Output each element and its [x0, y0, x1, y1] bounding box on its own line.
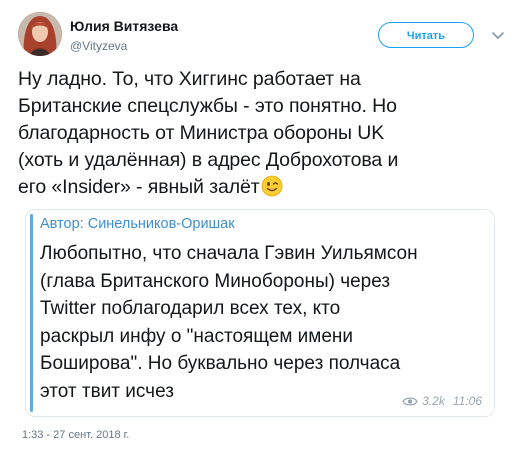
quote-bar: [30, 214, 33, 412]
tweet-line-last: его «Insider» - явный залёт: [18, 174, 504, 201]
quote-line: Twitter поблагодарил всех тех, кто: [40, 298, 341, 319]
tweet-timestamp[interactable]: 1:33 - 27 сент. 2018 г.: [22, 429, 129, 441]
quote-author: Автор: Синельников-Оришак: [40, 216, 235, 232]
eye-icon: [402, 397, 418, 405]
tweet-line: Британские спецслужбы - это понятно. Но: [18, 95, 397, 117]
quote-line: Любопытно, что сначала Гэвин Уильямсон: [40, 243, 418, 264]
winking-face-emoji: [261, 175, 283, 197]
chevron-down-icon[interactable]: [489, 26, 507, 44]
quoted-message-card[interactable]: Автор: Синельников-Оришак Любопытно, что…: [25, 209, 495, 417]
quote-line: (глава Британского Минобороны) через: [40, 270, 391, 292]
author-name[interactable]: Юлия Витязева: [70, 18, 178, 34]
avatar[interactable]: [18, 12, 62, 56]
tweet-text: Ну ладно. То, что Хиггинс работает на Бр…: [18, 66, 504, 201]
quote-line: раскрыл инфу о "настоящем имени: [40, 325, 354, 347]
tweet-header: Юлия Витязева @Vityzeva Читать: [18, 12, 504, 58]
tweet-line: благодарность от Министра обороны UK: [18, 122, 385, 144]
tweet-line: (хоть и удалённая) в адрес Доброхотова и: [18, 149, 399, 171]
follow-button[interactable]: Читать: [378, 22, 474, 48]
author-handle[interactable]: @Vityzeva: [70, 39, 127, 53]
tweet-line-text: его «Insider» - явный залёт: [18, 176, 260, 198]
quote-time: 11:06: [452, 394, 482, 408]
quote-line: Боширова". Но буквально через полчаса: [40, 353, 401, 374]
quote-text: Любопытно, что сначала Гэвин Уильямсон (…: [40, 240, 490, 405]
tweet-line: Ну ладно. То, что Хиггинс работает на: [18, 68, 361, 90]
quote-meta: 3.2k 11:06: [402, 394, 482, 408]
view-count: 3.2k: [422, 394, 445, 408]
